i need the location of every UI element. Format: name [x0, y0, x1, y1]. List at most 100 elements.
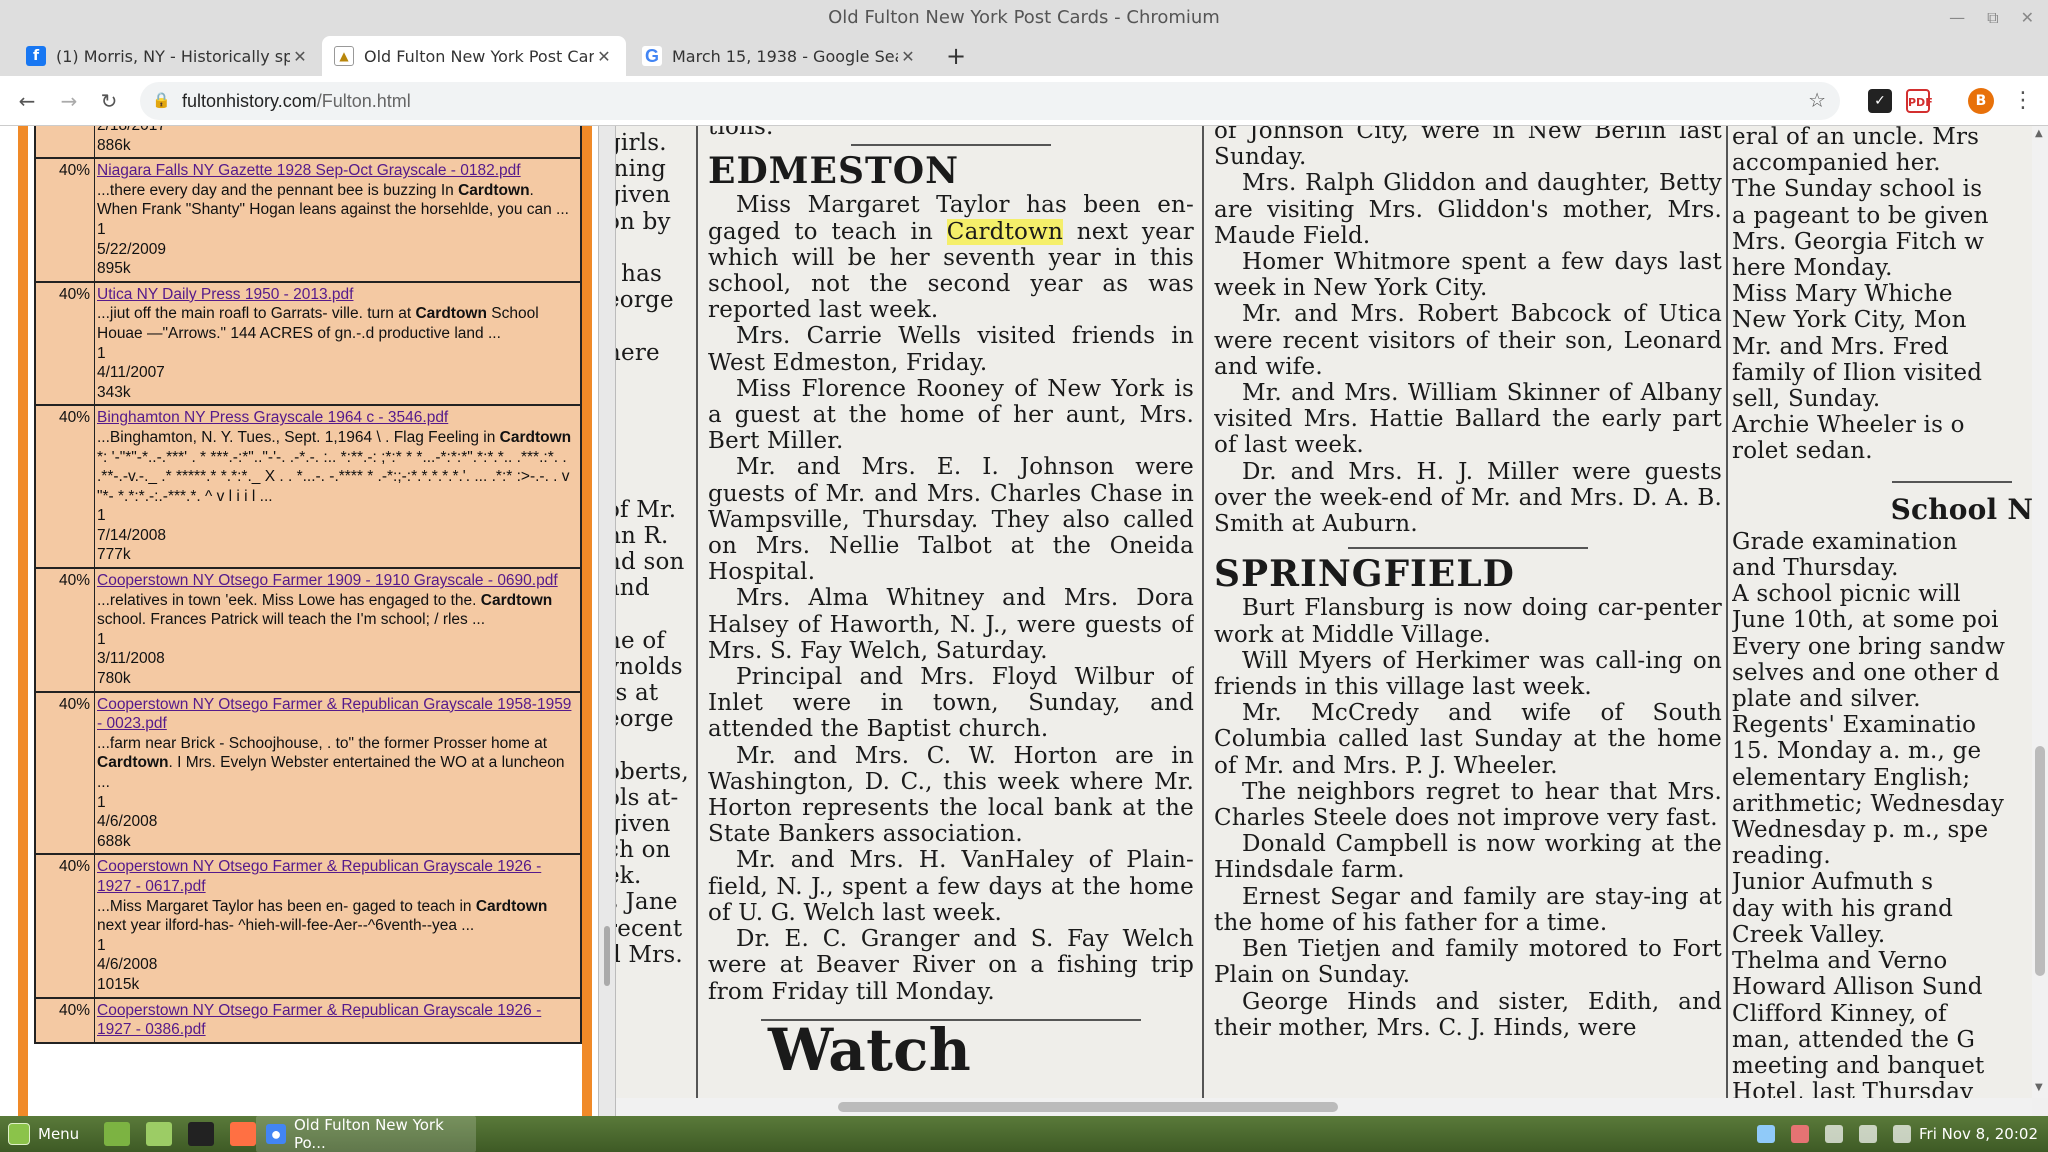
window-controls: — ⧉ ✕ [1949, 0, 2034, 36]
close-window-icon[interactable]: ✕ [2021, 0, 2034, 36]
frame-border-right [582, 126, 592, 1116]
tab-fultonhistory[interactable]: ▲ Old Fulton New York Post Card ✕ [322, 36, 626, 76]
tab-google-search[interactable]: G March 15, 1938 - Google Search ✕ [630, 36, 930, 76]
result-body: Cooperstown NY Otsego Farmer & Republica… [94, 692, 580, 854]
column-fragment [616, 418, 690, 444]
start-menu-button[interactable]: Menu [8, 1116, 79, 1152]
minimize-icon[interactable]: — [1949, 0, 1965, 36]
news-paragraph: rolet sedan. [1732, 438, 1873, 465]
result-link[interactable]: Cooperstown NY Otsego Farmer & Republica… [97, 696, 571, 733]
result-date: 2/18/2017 [97, 126, 576, 136]
reload-button[interactable]: ↻ [96, 88, 122, 114]
column-fragment: and [616, 575, 650, 602]
maximize-icon[interactable]: ⧉ [1987, 0, 1998, 36]
tab-facebook[interactable]: f (1) Morris, NY - Historically spe ✕ [14, 36, 322, 76]
vertical-scrollbar[interactable]: ▲ ▼ [2032, 126, 2048, 1098]
menu-kebab-icon[interactable]: ⋮ [2012, 88, 2034, 113]
battery-icon[interactable] [1893, 1125, 1911, 1143]
taskbar-window-chromium[interactable]: ● Old Fulton New York Po... [256, 1116, 476, 1152]
lock-icon[interactable]: 🔒 [152, 91, 171, 111]
news-paragraph: Dr. E. C. Granger and S. Fay Welch were … [708, 926, 1194, 1005]
result-body: Utica NY Daily Press 1950 - 2013.pdf ...… [94, 282, 580, 405]
news-paragraph: Homer Whitmore spent a few days last wee… [1214, 249, 1722, 302]
section-rule [1892, 480, 2012, 483]
result-link[interactable]: Niagara Falls NY Gazette 1928 Sep-Oct Gr… [97, 162, 521, 179]
column-fragment [616, 235, 690, 261]
address-bar[interactable]: 🔒 fultonhistory.com/Fulton.html ☆ [140, 82, 1840, 120]
close-icon[interactable]: ✕ [290, 47, 310, 66]
frame-border-left [18, 126, 28, 1116]
result-size: 777k [97, 546, 131, 564]
forward-button[interactable]: → [56, 88, 82, 114]
close-icon[interactable]: ✕ [898, 47, 918, 66]
pdf-extension-icon[interactable]: PDF [1906, 89, 1933, 113]
result-percent [36, 126, 94, 157]
column-rule [696, 126, 698, 1098]
column-fragment: ynolds [616, 653, 683, 680]
mint-logo-icon [8, 1123, 30, 1145]
files-icon[interactable] [146, 1122, 172, 1146]
result-size: 780k [97, 670, 131, 688]
result-link[interactable]: Cooperstown NY Otsego Farmer & Republica… [97, 858, 541, 895]
frame-splitter[interactable] [598, 126, 616, 1116]
result-date: 4/6/2008 [97, 813, 158, 831]
checkmark-extension-icon[interactable]: ✓ [1868, 89, 1892, 113]
scroll-up-icon[interactable]: ▲ [2035, 128, 2043, 139]
shield-icon[interactable] [1791, 1125, 1809, 1143]
bluetooth-icon[interactable] [1757, 1125, 1775, 1143]
result-row: 40% Cooperstown NY Otsego Farmer & Repub… [34, 692, 582, 856]
news-paragraph: Mr. and Mrs. William Skinner of Albany v… [1214, 380, 1722, 459]
column-fragment: ts at [616, 679, 659, 706]
result-count: 1 [97, 220, 106, 238]
news-paragraph: reading. [1732, 843, 1831, 870]
close-icon[interactable]: ✕ [594, 47, 614, 66]
scrollbar-thumb[interactable] [2035, 746, 2045, 976]
news-paragraph: plate and silver. [1732, 686, 1921, 713]
column-fragment [616, 313, 690, 339]
terminal-icon[interactable] [188, 1122, 214, 1146]
column-fragment: of Mr. [616, 496, 677, 523]
result-size: 688k [97, 832, 131, 850]
section-rule [851, 144, 1051, 147]
result-link[interactable]: Cooperstown NY Otsego Farmer 1909 - 1910… [97, 572, 558, 589]
firefox-icon[interactable] [230, 1122, 256, 1146]
clock[interactable]: Fri Nov 8, 20:02 [1919, 1125, 2038, 1143]
new-tab-button[interactable]: + [946, 36, 966, 76]
result-row: 40% Binghamton NY Press Grayscale 1964 c… [34, 406, 582, 570]
result-snippet: ...farm near Brick - Schoojhouse, . to" … [97, 734, 565, 791]
news-paragraph: Ernest Segar and family are stay-ing at … [1214, 883, 1722, 936]
profile-avatar[interactable]: B [1968, 88, 1994, 114]
news-paragraph: family of Ilion visited [1732, 359, 1983, 386]
back-button[interactable]: ← [14, 88, 40, 114]
news-paragraph: Donald Campbell is now working at the Hi… [1214, 831, 1722, 884]
news-paragraph: George Hinds and sister, Edith, and thei… [1214, 988, 1722, 1041]
desktop-icon[interactable] [104, 1122, 130, 1146]
horizontal-scrollbar[interactable] [616, 1098, 2032, 1116]
search-results-frame: 2/18/2017 886k 40% Niagara Falls NY Gaze… [0, 126, 598, 1116]
network-icon[interactable] [1825, 1125, 1843, 1143]
column-fragment: recent [616, 915, 683, 942]
bookmark-star-icon[interactable]: ☆ [1808, 88, 1826, 112]
results-list: 2/18/2017 886k 40% Niagara Falls NY Gaze… [34, 126, 582, 1044]
column-fragment: tions. [708, 126, 774, 140]
result-link[interactable]: Utica NY Daily Press 1950 - 2013.pdf [97, 286, 353, 303]
scrollbar-thumb[interactable] [838, 1102, 1338, 1112]
result-link[interactable]: Cooperstown NY Otsego Farmer & Republica… [97, 1002, 541, 1039]
result-percent: 40% [58, 572, 90, 590]
scroll-down-icon[interactable]: ▼ [2035, 1082, 2043, 1093]
news-paragraph: arithmetic; Wednesday [1732, 790, 2005, 817]
news-paragraph: Every one bring sandw [1732, 633, 2006, 660]
splitter-grip[interactable] [604, 926, 610, 986]
result-link[interactable]: Binghamton NY Press Grayscale 1964 c - 3… [97, 409, 448, 426]
news-paragraph: Mrs. Carrie Wells visited friends in Wes… [708, 323, 1194, 376]
window-title-bar: Old Fulton New York Post Cards - Chromiu… [0, 0, 2048, 36]
result-body: Cooperstown NY Otsego Farmer & Republica… [94, 998, 580, 1042]
result-size: 895k [97, 260, 131, 278]
volume-icon[interactable] [1859, 1125, 1877, 1143]
section-rule [761, 1018, 1141, 1021]
news-paragraph: Clifford Kinney, of [1732, 1000, 1947, 1027]
column-fragment [616, 732, 690, 758]
result-snippet: ...there every day and the pennant bee i… [97, 181, 569, 219]
result-body: Binghamton NY Press Grayscale 1964 c - 3… [94, 406, 580, 568]
watch-heading: Watch [768, 1015, 971, 1084]
